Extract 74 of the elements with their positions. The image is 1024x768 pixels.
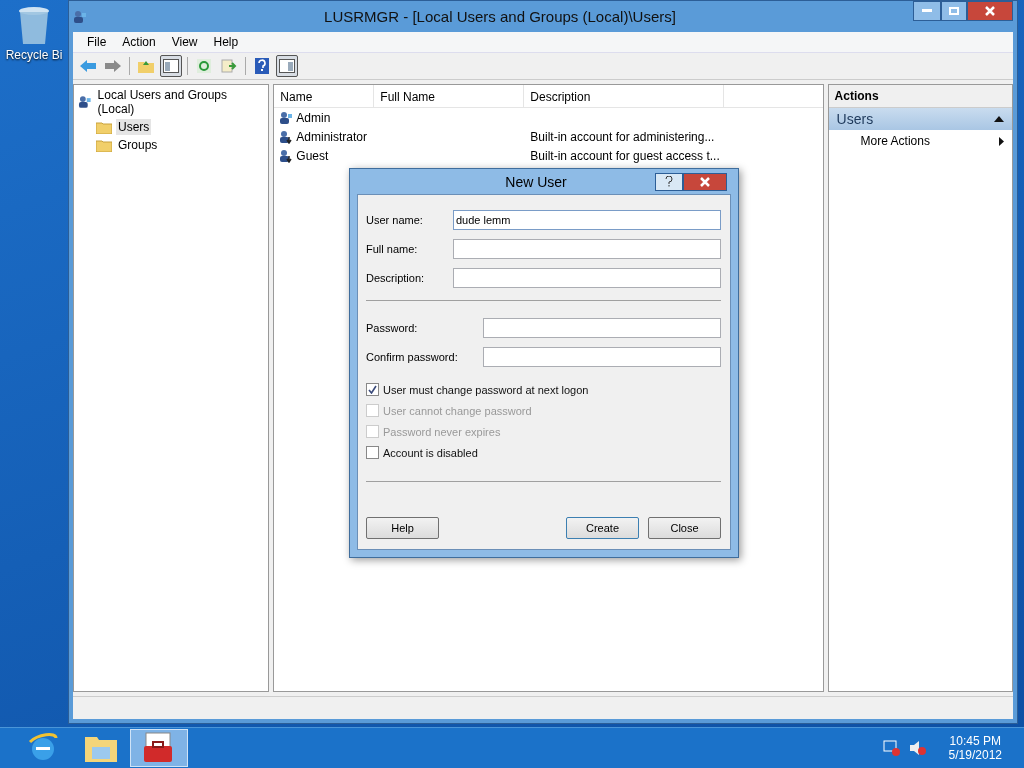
table-cell-text: Built-in account for guest access t... — [529, 148, 721, 163]
recycle-bin-icon[interactable] — [17, 6, 51, 46]
question-mark-icon — [665, 176, 673, 187]
column-header[interactable]: Name — [274, 85, 375, 107]
taskbar-button[interactable] — [130, 729, 188, 767]
user-icon — [279, 129, 294, 144]
tree-item[interactable]: Groups — [116, 137, 160, 153]
back-arrow-icon — [80, 60, 96, 72]
input-field[interactable] — [453, 238, 721, 259]
field-label: Full name: — [366, 242, 419, 255]
export-list-icon — [221, 59, 237, 73]
dialog-title: New User — [504, 173, 568, 190]
table-cell-text: Built-in account for administering... — [529, 129, 716, 144]
dialog-button[interactable]: Close — [648, 517, 721, 539]
forward-arrow-icon — [105, 60, 121, 72]
table-cell: Administrator — [296, 129, 367, 144]
menu-item[interactable]: Action — [114, 35, 164, 49]
close-button[interactable] — [967, 1, 1013, 21]
checkbox-label: User must change password at next logon — [383, 383, 589, 396]
menu-item[interactable]: Help — [205, 35, 247, 49]
checkbox-label: Account is disabled — [383, 446, 478, 459]
checkbox-label: User cannot change password — [383, 404, 532, 417]
dialog-button[interactable]: Help — [366, 517, 439, 539]
dialog-button[interactable]: Create — [566, 517, 639, 539]
folder-up-icon — [138, 59, 154, 73]
checkbox[interactable] — [366, 446, 379, 459]
password-field[interactable] — [483, 317, 721, 338]
window-title: LUSRMGR - [Local Users and Groups (Local)\Users] — [323, 8, 677, 25]
pane-title: Actions — [828, 85, 1012, 108]
refresh-icon — [197, 59, 211, 73]
checkbox-label: Password never expires — [383, 425, 501, 438]
maximize-icon — [949, 7, 959, 15]
input-field[interactable] — [453, 267, 721, 288]
user-icon — [73, 9, 87, 24]
close-button[interactable] — [683, 172, 727, 191]
help-button[interactable] — [655, 172, 683, 191]
folder-icon — [96, 120, 112, 134]
help-icon — [255, 58, 269, 74]
menu-item[interactable]: File — [79, 35, 115, 49]
action-pane-icon — [279, 59, 295, 73]
section-header[interactable]: Users — [828, 108, 1012, 130]
toolbar-button[interactable] — [160, 55, 182, 77]
table-cell: Admin — [296, 110, 331, 125]
tree-item[interactable]: Users — [116, 119, 152, 135]
user-icon — [78, 95, 92, 109]
checkbox[interactable] — [366, 383, 379, 396]
user-icon — [279, 110, 294, 125]
field-label: Description: — [366, 271, 426, 284]
close-icon — [985, 6, 995, 16]
submenu-arrow-icon — [999, 136, 1004, 146]
field-label: Password: — [366, 321, 419, 334]
column-header[interactable]: Description — [524, 85, 725, 107]
maximize-button[interactable] — [941, 1, 967, 21]
network-error-icon[interactable] — [882, 739, 901, 757]
action-link[interactable]: More Actions — [860, 134, 930, 148]
field-label: User name: — [366, 213, 424, 226]
menu-item[interactable]: View — [163, 35, 206, 49]
user-icon — [279, 148, 294, 163]
table-row[interactable]: Admin — [274, 108, 823, 127]
field-label: Confirm password: — [366, 350, 459, 363]
volume-muted-icon[interactable] — [908, 739, 927, 757]
clock[interactable]: 10:45 PM 5/19/2012 — [948, 734, 1002, 762]
tree-item[interactable]: Local Users and Groups (Local) — [95, 87, 265, 117]
table-cell: Guest — [296, 148, 329, 163]
password-field[interactable] — [483, 346, 721, 367]
toolbar-button[interactable] — [276, 55, 298, 77]
input-field[interactable]: dude lemm — [453, 209, 721, 230]
folder-icon — [96, 138, 112, 152]
close-icon — [700, 176, 710, 187]
tree-pane-icon — [163, 59, 179, 73]
minimize-button[interactable] — [913, 1, 941, 21]
minimize-icon — [922, 9, 932, 13]
column-header[interactable]: Full Name — [374, 85, 525, 107]
desktop-icon-label[interactable]: Recycle Bi — [5, 48, 63, 62]
